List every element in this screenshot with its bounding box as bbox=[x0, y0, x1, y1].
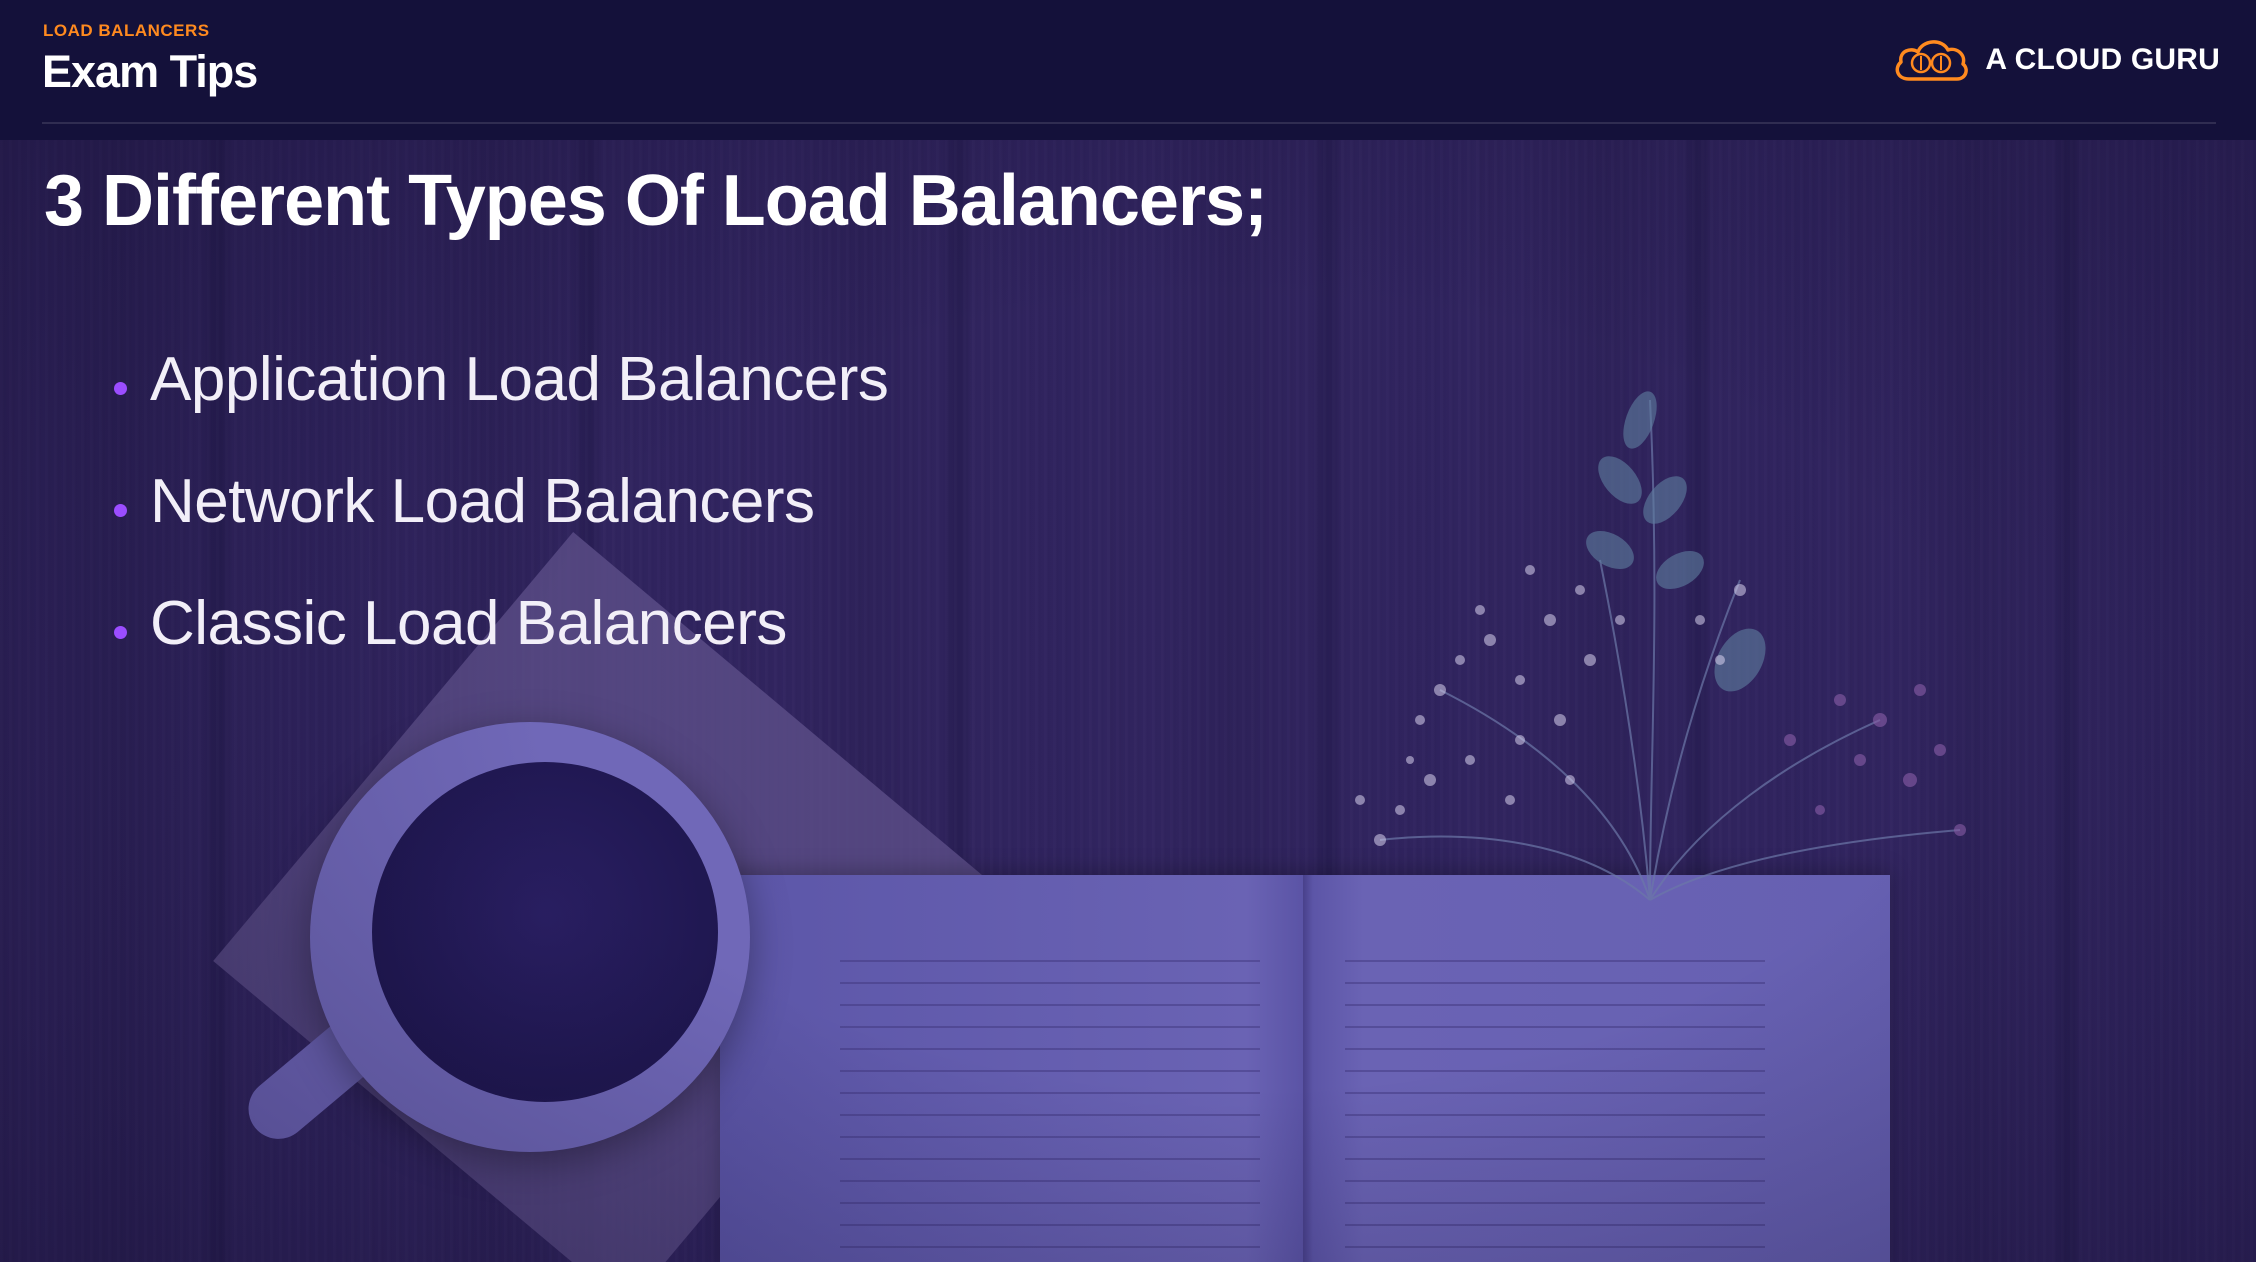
bullet-dot-icon bbox=[114, 382, 127, 395]
section-label: LOAD BALANCERS bbox=[43, 21, 210, 40]
brand-logo: A CLOUD GURU bbox=[1891, 32, 2220, 88]
slide-title: 3 Different Types Of Load Balancers; bbox=[44, 161, 1268, 241]
header-divider bbox=[42, 122, 2216, 124]
bullet-text: Classic Load Balancers bbox=[150, 589, 787, 658]
header-bar: LOAD BALANCERS Exam Tips A CLOUD GURU bbox=[0, 0, 2256, 140]
bullet-dot-icon bbox=[114, 626, 127, 639]
cloud-icon bbox=[1895, 40, 1969, 81]
bullet-text: Application Load Balancers bbox=[150, 345, 889, 414]
bullet-text: Network Load Balancers bbox=[150, 467, 815, 536]
header-title: Exam Tips bbox=[42, 46, 258, 97]
brand-name: A CLOUD GURU bbox=[1985, 43, 2220, 76]
slide: LOAD BALANCERS Exam Tips A CLOUD GURU 3 … bbox=[0, 0, 2256, 1262]
bullet-dot-icon bbox=[114, 504, 127, 517]
